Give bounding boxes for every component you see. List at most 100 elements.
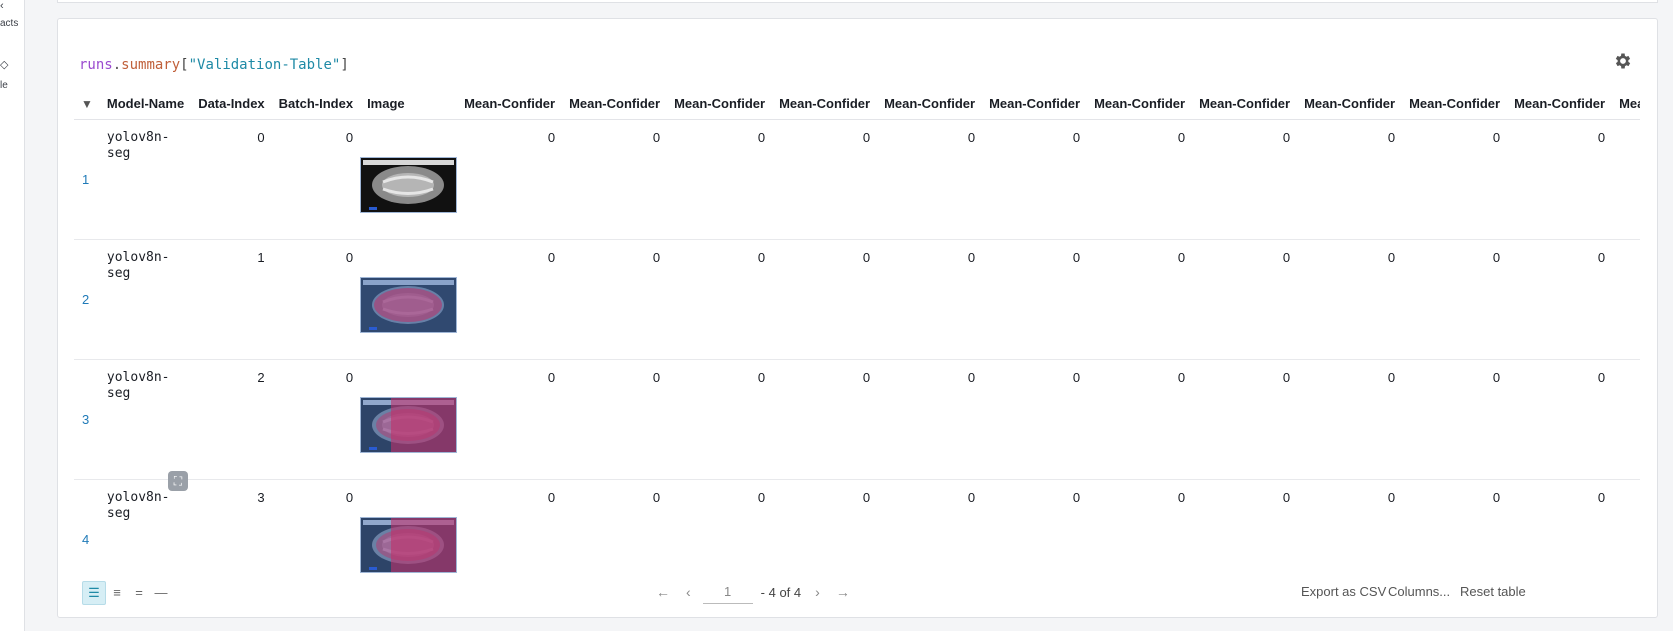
mean-confidence-cell[interactable]: 0 (1402, 479, 1508, 577)
xray-thumbnail[interactable] (360, 276, 458, 333)
rail-chevron-icon[interactable]: ◇ (0, 58, 8, 71)
data-index-cell[interactable]: 3 (191, 479, 272, 577)
column-header[interactable]: Mean-Confider (772, 87, 878, 120)
xray-thumbnail[interactable] (360, 516, 458, 573)
model-name-cell[interactable]: yolov8n- seg (99, 119, 192, 240)
mean-confidence-cell[interactable]: 0 (982, 119, 1088, 240)
table-row[interactable]: 1yolov8n- seg00 000000000000 (74, 119, 1640, 240)
prev-page-icon[interactable]: ‹ (686, 584, 691, 600)
mean-confidence-cell[interactable]: 0 (877, 479, 983, 577)
mean-confidence-cell[interactable]: 0 (1297, 479, 1403, 577)
column-header[interactable]: Mean-Confider (1402, 87, 1508, 120)
model-name-cell[interactable]: yolov8n- seg (99, 359, 192, 480)
export-csv-button[interactable]: Export as CSV (1301, 584, 1386, 599)
column-header[interactable]: Mean-Confider (1507, 87, 1613, 120)
mean-confidence-cell[interactable]: 0 (457, 359, 563, 480)
mean-confidence-cell[interactable]: 0 (1612, 119, 1640, 240)
batch-index-cell[interactable]: 0 (271, 239, 361, 360)
column-header[interactable]: Mean-Confider (1297, 87, 1403, 120)
mean-confidence-cell[interactable]: 0 (772, 119, 878, 240)
rail-label-table[interactable]: le (0, 80, 8, 91)
data-index-cell[interactable]: 0 (191, 119, 272, 240)
rail-label-artifacts[interactable]: acts (0, 18, 18, 29)
image-cell[interactable] (360, 239, 458, 360)
column-header[interactable]: Image (360, 87, 458, 120)
batch-index-cell[interactable]: 0 (271, 119, 361, 240)
mean-confidence-cell[interactable]: 0 (1192, 359, 1298, 480)
column-header[interactable]: Mean-Confider (1612, 87, 1640, 120)
filter-column[interactable]: ▼︎ (74, 87, 100, 120)
mean-confidence-cell[interactable]: 0 (667, 239, 773, 360)
mean-confidence-cell[interactable]: 0 (1087, 359, 1193, 480)
mean-confidence-cell[interactable]: 0 (457, 119, 563, 240)
column-header[interactable]: Data-Index (191, 87, 272, 120)
mean-confidence-cell[interactable]: 0 (1297, 359, 1403, 480)
image-cell[interactable] (360, 359, 458, 480)
mean-confidence-cell[interactable]: 0 (457, 239, 563, 360)
mean-confidence-cell[interactable]: 0 (1087, 239, 1193, 360)
image-cell[interactable] (360, 479, 458, 577)
table-row[interactable]: 2yolov8n- seg10 000000000000 (74, 239, 1640, 360)
page-number-input[interactable] (702, 580, 753, 604)
column-header[interactable]: Mean-Confider (562, 87, 668, 120)
data-index-cell[interactable]: 1 (191, 239, 272, 360)
column-header[interactable]: Mean-Confider (1087, 87, 1193, 120)
last-page-icon[interactable]: → (836, 584, 850, 600)
mean-confidence-cell[interactable]: 0 (1402, 359, 1508, 480)
gear-icon[interactable] (1613, 51, 1633, 71)
mean-confidence-cell[interactable]: 0 (982, 359, 1088, 480)
mean-confidence-cell[interactable]: 0 (562, 119, 668, 240)
xray-thumbnail[interactable] (360, 396, 458, 453)
mean-confidence-cell[interactable]: 0 (1612, 239, 1640, 360)
columns-button[interactable]: Columns... (1388, 584, 1450, 599)
row-number[interactable]: 3 (74, 359, 100, 480)
row-number[interactable]: 4 (74, 479, 100, 577)
mean-confidence-cell[interactable]: 0 (772, 479, 878, 577)
table-container[interactable]: ▼︎ Model-Name Data-Index Batch-Index Ima… (74, 87, 1640, 577)
view-dense-icon[interactable]: ☰ (82, 581, 106, 605)
mean-confidence-cell[interactable]: 0 (1297, 239, 1403, 360)
mean-confidence-cell[interactable]: 0 (1507, 359, 1613, 480)
column-header[interactable]: Model-Name (99, 87, 192, 120)
mean-confidence-cell[interactable]: 0 (667, 359, 773, 480)
mean-confidence-cell[interactable]: 0 (667, 479, 773, 577)
mean-confidence-cell[interactable]: 0 (772, 239, 878, 360)
mean-confidence-cell[interactable]: 0 (1087, 119, 1193, 240)
column-header[interactable]: Mean-Confider (1192, 87, 1298, 120)
column-header[interactable]: Mean-Confider (877, 87, 983, 120)
mean-confidence-cell[interactable]: 0 (982, 479, 1088, 577)
mean-confidence-cell[interactable]: 0 (1507, 239, 1613, 360)
column-header[interactable]: Mean-Confider (457, 87, 563, 120)
row-number[interactable]: 1 (74, 119, 100, 240)
mean-confidence-cell[interactable]: 0 (877, 359, 983, 480)
data-index-cell[interactable]: 2 (191, 359, 272, 480)
filter-icon[interactable]: ▼︎ (81, 97, 93, 111)
mean-confidence-cell[interactable]: 0 (772, 359, 878, 480)
mean-confidence-cell[interactable]: 0 (667, 119, 773, 240)
mean-confidence-cell[interactable]: 0 (1612, 359, 1640, 480)
model-name-cell[interactable]: yolov8n- seg (99, 239, 192, 360)
mean-confidence-cell[interactable]: 0 (1297, 119, 1403, 240)
next-page-icon[interactable]: › (815, 584, 820, 600)
row-number[interactable]: 2 (74, 239, 100, 360)
mean-confidence-cell[interactable]: 0 (877, 119, 983, 240)
column-header[interactable]: Mean-Confider (982, 87, 1088, 120)
mean-confidence-cell[interactable]: 0 (1087, 479, 1193, 577)
table-row[interactable]: 4yolov8n- seg30 000000000000 (74, 479, 1640, 577)
mean-confidence-cell[interactable]: 0 (1507, 119, 1613, 240)
mean-confidence-cell[interactable]: 0 (1192, 119, 1298, 240)
xray-thumbnail[interactable] (360, 156, 458, 213)
mean-confidence-cell[interactable]: 0 (1507, 479, 1613, 577)
column-header[interactable]: Batch-Index (271, 87, 361, 120)
view-collapsed-icon[interactable]: — (150, 581, 172, 603)
expand-cell-icon[interactable]: ⛶ (168, 471, 188, 491)
mean-confidence-cell[interactable]: 0 (1402, 119, 1508, 240)
table-row[interactable]: 3yolov8n- seg20 000000000000 (74, 359, 1640, 480)
batch-index-cell[interactable]: 0 (271, 359, 361, 480)
image-cell[interactable] (360, 119, 458, 240)
mean-confidence-cell[interactable]: 0 (562, 479, 668, 577)
mean-confidence-cell[interactable]: 0 (1192, 239, 1298, 360)
reset-table-button[interactable]: Reset table (1460, 584, 1526, 599)
column-header[interactable]: Mean-Confider (667, 87, 773, 120)
mean-confidence-cell[interactable]: 0 (1612, 479, 1640, 577)
